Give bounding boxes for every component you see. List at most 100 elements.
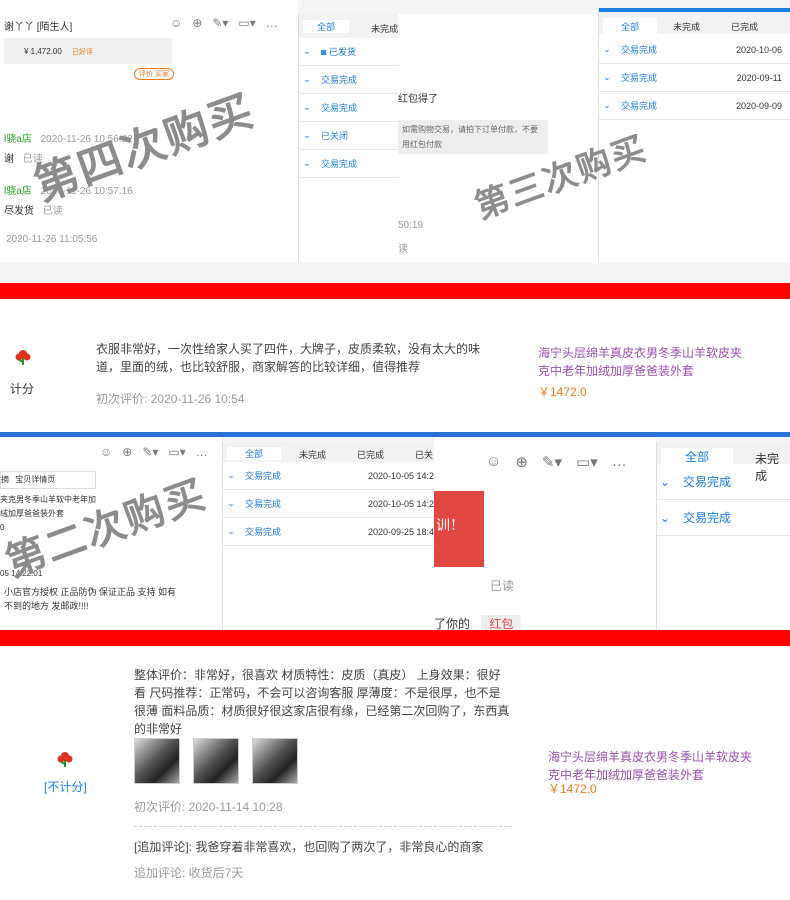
- chevron-down-icon[interactable]: ⌄: [223, 526, 239, 537]
- order-status: 交易完成: [321, 103, 358, 113]
- review-time: 初次评价: 2020-11-14 10:28: [134, 800, 283, 814]
- order-status: 交易完成: [321, 159, 358, 169]
- chat-bubble-icon[interactable]: ☺: [100, 445, 112, 459]
- video-icon[interactable]: ▭▾: [238, 16, 255, 30]
- order-status: 交易完成: [683, 511, 732, 525]
- tab-finished[interactable]: 已完成: [731, 20, 758, 33]
- order-row[interactable]: ⌄ 交易完成: [299, 150, 398, 178]
- chat-title: 谢丫丫 [陌生人]: [4, 22, 73, 33]
- read-status: 读: [398, 244, 408, 255]
- review-buyer-button[interactable]: 评价 买家: [134, 68, 174, 80]
- order-status: 交易完成: [683, 475, 732, 489]
- order-row[interactable]: ⌄ 已关闭: [299, 122, 398, 150]
- more-icon[interactable]: …: [196, 445, 208, 459]
- order-status: 交易完成: [321, 75, 358, 85]
- details-tab-label: 宝贝详情页: [15, 475, 56, 484]
- product-price: ￥1472.0: [538, 385, 587, 399]
- message-text: 小店官方授权 正品防伪 保证正品 支持 如有不到的地方 发邮政!!!!: [4, 587, 177, 611]
- red-packet-label[interactable]: 红包: [481, 615, 522, 630]
- order-status: 已关闭: [321, 131, 349, 141]
- chat-bubble-icon[interactable]: ☺: [486, 453, 501, 471]
- flower-icon: [57, 752, 73, 767]
- order-status: 交易完成: [245, 471, 282, 481]
- tab-all[interactable]: 全部: [603, 18, 658, 35]
- message-text: 谢: [4, 154, 14, 165]
- chevron-down-icon[interactable]: ⌄: [599, 100, 615, 111]
- order-row[interactable]: ⌄ 交易完成: [299, 94, 398, 122]
- tab-finished[interactable]: 已完成: [357, 448, 384, 461]
- order-status: 交易完成: [621, 101, 658, 111]
- chat-toolbar: ☺ ⊕ ✎▾ ▭▾ …: [486, 453, 627, 471]
- edit-icon[interactable]: ✎▾: [212, 16, 228, 30]
- bubble-text: 训！: [436, 517, 464, 533]
- order-status: ◙ 已发货: [321, 47, 356, 57]
- order-row[interactable]: ⌄ 交易完成 2020-10-05 14:2: [223, 462, 434, 490]
- review-text: 衣服非常好，一次性给家人买了四件，大牌子，皮质柔软，没有太大的味道，里面的绒，也…: [96, 342, 481, 374]
- message-time: 50:19: [398, 220, 424, 231]
- details-tab[interactable]: 摘 宝贝详情页: [0, 471, 96, 489]
- order-date: 2020-09-25 18:4: [367, 526, 434, 537]
- order-row[interactable]: ⌄ 交易完成 2020-09-09: [599, 92, 790, 120]
- order-row[interactable]: ⌄ 交易完成 2020-09-11: [599, 64, 790, 92]
- video-icon[interactable]: ▭▾: [168, 445, 185, 459]
- red-message-bubble: 训！: [434, 491, 484, 567]
- tab-unfinished[interactable]: 未完成: [299, 448, 326, 461]
- edit-icon[interactable]: ✎▾: [142, 445, 158, 459]
- add-contact-icon[interactable]: ⊕: [515, 453, 528, 471]
- edit-icon[interactable]: ✎▾: [542, 453, 562, 471]
- mid-screenshot: ☺ ⊕ ✎▾ ▭▾ … 摘 宝贝详情页 夹克男冬季山羊软中老年加绒加厚爸爸装外套…: [0, 432, 790, 630]
- rating-label: 计分: [10, 382, 35, 396]
- order-row[interactable]: ⌄ 交易完成 2020-10-05 14:2: [223, 490, 434, 518]
- order-row[interactable]: ⌄ ◙ 已发货: [299, 38, 398, 66]
- order-status: 交易完成: [621, 73, 658, 83]
- chevron-down-icon[interactable]: ⌄: [299, 102, 315, 113]
- chat-window-mid: 红包得了 如需购物交易，请拍下订单付款，不要用红包付款 50:19 读: [398, 14, 598, 262]
- details-tab-clip: 摘: [1, 475, 9, 484]
- add-contact-icon[interactable]: ⊕: [192, 16, 202, 30]
- read-status: 已读: [490, 579, 515, 593]
- chevron-down-icon[interactable]: ⌄: [299, 130, 315, 141]
- chevron-down-icon[interactable]: ⌄: [299, 158, 315, 169]
- red-divider: [0, 283, 790, 299]
- followup-time: 追加评论: 收货后7天: [134, 866, 244, 880]
- chat-bubble-icon[interactable]: ☺: [170, 16, 182, 30]
- tab-closed[interactable]: 已关: [415, 448, 433, 461]
- review-photo[interactable]: [252, 738, 298, 784]
- chat-line: 红包得了: [398, 94, 438, 105]
- order-date: 2020-10-05 14:2: [367, 498, 434, 509]
- order-card: ¥ 1,472.00 已好评: [4, 38, 172, 64]
- order-row[interactable]: ⌄ 交易完成: [657, 464, 790, 500]
- tab-all[interactable]: 全部: [303, 20, 350, 33]
- tab-unfinished[interactable]: 未完成: [371, 22, 398, 35]
- chevron-down-icon[interactable]: ⌄: [599, 44, 615, 55]
- order-row[interactable]: ⌄ 交易完成 2020-09-25 18:4: [223, 518, 434, 546]
- order-status: 交易完成: [245, 499, 282, 509]
- product-name[interactable]: 海宁头层绵羊真皮衣男冬季山羊软皮夹克中老年加绒加厚爸爸装外套: [538, 344, 748, 380]
- chat-window-right: ☺ ⊕ ✎▾ ▭▾ … 训！ 已读 了你的 红包: [434, 437, 656, 630]
- chevron-down-icon[interactable]: ⌄: [223, 498, 239, 509]
- chevron-down-icon[interactable]: ⌄: [657, 511, 673, 525]
- tab-all[interactable]: 全部: [227, 447, 282, 460]
- review-text: 整体评价：非常好，很喜欢 材质特性：皮质（真皮） 上身效果：很好看 尺码推荐：正…: [134, 668, 510, 736]
- more-icon[interactable]: …: [612, 453, 627, 471]
- product-name[interactable]: 海宁头层绵羊真皮衣男冬季山羊软皮夹克中老年加绒加厚爸爸装外套: [548, 748, 758, 784]
- order-row[interactable]: ⌄ 交易完成 2020-10-06: [599, 36, 790, 64]
- order-row[interactable]: ⌄ 交易完成: [299, 66, 398, 94]
- chevron-down-icon[interactable]: ⌄: [223, 470, 239, 481]
- video-icon[interactable]: ▭▾: [576, 453, 598, 471]
- tab-unfinished[interactable]: 未完成: [673, 20, 700, 33]
- review-photo[interactable]: [134, 738, 180, 784]
- chevron-down-icon[interactable]: ⌄: [657, 475, 673, 489]
- chevron-down-icon[interactable]: ⌄: [599, 72, 615, 83]
- review-time: 初次评价: 2020-11-26 10:54: [96, 392, 245, 406]
- chevron-down-icon[interactable]: ⌄: [299, 46, 315, 57]
- add-contact-icon[interactable]: ⊕: [122, 445, 132, 459]
- orders-panel-left: 全部 未完成 ⌄ ◙ 已发货 ⌄ 交易完成 ⌄ 交易完成 ⌄ 已关闭 ⌄ 交易完成: [298, 14, 398, 262]
- order-row[interactable]: ⌄ 交易完成: [657, 500, 790, 536]
- order-status: 交易完成: [621, 45, 658, 55]
- review-photo[interactable]: [193, 738, 239, 784]
- tab-all[interactable]: 全部: [661, 448, 734, 465]
- more-icon[interactable]: …: [266, 16, 278, 30]
- product-price: ￥1472.0: [548, 782, 597, 796]
- chevron-down-icon[interactable]: ⌄: [299, 74, 315, 85]
